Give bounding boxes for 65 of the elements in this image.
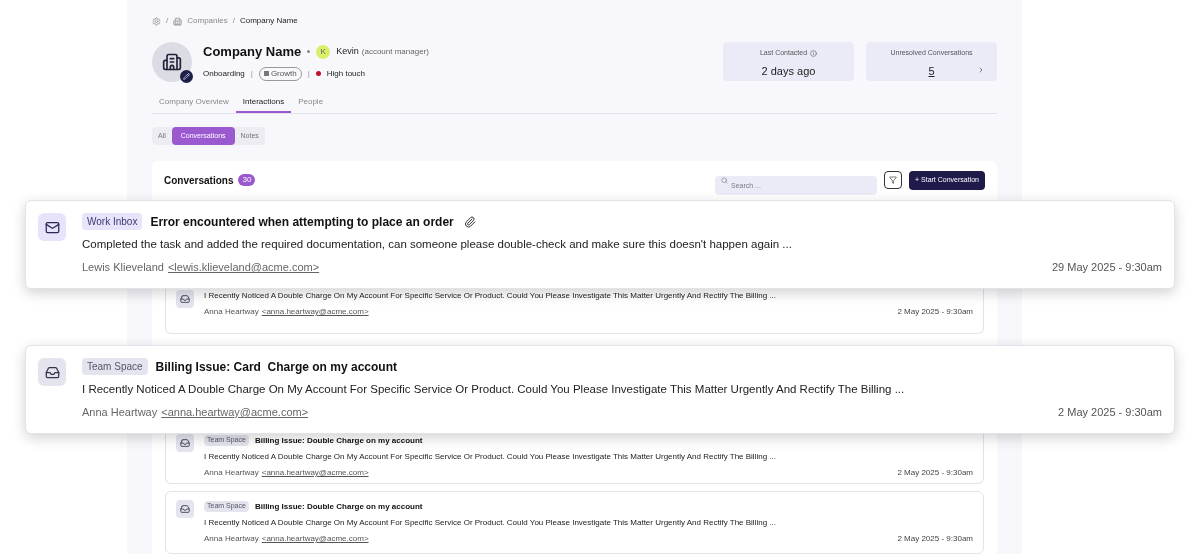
breadcrumb-link[interactable]: Companies	[187, 15, 228, 27]
stage-label: Onboarding	[203, 67, 245, 80]
conversation-preview: I Recently Noticed A Double Charge On My Account For Specific Service Or Product. Could You Please Investigate This Matter Urgently And Rectify The Billing ...	[204, 517, 777, 529]
inbox-tray-icon	[180, 438, 190, 448]
conversation-preview: I Recently Noticed A Double Charge On My Account For Specific Service Or Product. Could You Please Investigate This Matter Urgently And Rectify The Billing ...	[204, 451, 777, 463]
company-name: Company Name	[203, 43, 302, 61]
tab[interactable]: People	[291, 92, 331, 113]
tag: Work Inbox	[82, 213, 143, 230]
conversation-title: Error encountered when attempting to place an order	[150, 213, 454, 231]
conversation-preview: I Recently Noticed A Double Charge On My Account For Specific Service Or Product. Could You Please Investigate This Matter Urgently And Rectify The Billing ...	[82, 382, 906, 397]
filter-icon	[889, 176, 897, 184]
building-icon	[173, 16, 183, 26]
building-icon	[162, 52, 182, 72]
date: 2 May 2025 - 9:30am	[897, 306, 973, 318]
tag: Team Space	[82, 358, 148, 375]
conversation-preview: I Recently Noticed A Double Charge On My Account For Specific Service Or Product. Could You Please Investigate This Matter Urgently And Rectify The Billing ...	[204, 290, 777, 302]
edit-button[interactable]	[180, 70, 193, 83]
stat-value: 5	[928, 63, 935, 79]
conversation-row[interactable]	[165, 491, 984, 554]
stat-value: 2 days ago	[761, 63, 816, 79]
manager-role: (account manager)	[361, 45, 429, 58]
email-link[interactable]: <anna.heartway@acme.com>	[261, 533, 369, 545]
search-icon	[721, 176, 728, 184]
filter-button[interactable]	[884, 171, 902, 189]
section-title: Conversations	[164, 173, 234, 188]
conversation-card[interactable]	[25, 200, 1175, 289]
sender-name: Lewis Klieveland	[82, 260, 164, 276]
info-icon	[810, 49, 818, 57]
breadcrumb-separator: /	[232, 15, 235, 27]
conversation-row[interactable]	[165, 433, 984, 484]
tab[interactable]: Interactions	[235, 92, 292, 113]
paperclip-icon	[463, 215, 476, 228]
conversation-row[interactable]	[165, 289, 984, 334]
email-link[interactable]: <anna.heartway@acme.com>	[161, 404, 309, 421]
date: 29 May 2025 - 9:30am	[1051, 260, 1162, 276]
email-link[interactable]: <anna.heartway@acme.com>	[261, 467, 369, 479]
divider: |	[250, 67, 253, 80]
sender-name: Anna Heartway	[204, 533, 259, 545]
email-link[interactable]: <lewis.klieveland@acme.com>	[167, 259, 320, 276]
mail-icon	[44, 219, 60, 235]
breadcrumb-current: Company Name	[239, 15, 298, 27]
sender-name: Anna Heartway	[82, 405, 158, 421]
sender-name: Anna Heartway	[204, 467, 259, 479]
conversation-card[interactable]	[25, 345, 1175, 434]
date: 2 May 2025 - 9:30am	[1058, 405, 1162, 421]
touch-label: High touch	[326, 67, 365, 80]
pencil-icon	[183, 73, 190, 80]
inbox-tray-icon	[180, 504, 190, 514]
conversation-title: Billing Issue: Double Charge on my account	[254, 500, 423, 513]
inbox-tray-icon	[44, 364, 60, 380]
divider: |	[307, 67, 310, 80]
email-link[interactable]: <anna.heartway@acme.com>	[261, 306, 369, 318]
tab[interactable]: Company Overview	[152, 92, 236, 113]
date: 2 May 2025 - 9:30am	[897, 533, 973, 545]
manager-name: Kevin	[336, 45, 359, 58]
chevron-right-icon	[977, 66, 985, 74]
sender-name: Anna Heartway	[204, 306, 259, 318]
conversation-title: Billing Issue: Double Charge on my account	[254, 434, 423, 447]
inbox-tray-icon	[180, 294, 190, 304]
conversation-preview: Completed the task and added the required documentation, can someone please double-check and make sure this doesn't happen again ...	[82, 237, 793, 252]
date: 2 May 2025 - 9:30am	[897, 467, 973, 479]
count-badge: 30	[238, 174, 256, 186]
manager-avatar: K	[316, 44, 331, 59]
conversation-title: Billing Issue: Card Charge on my account	[155, 358, 397, 376]
breadcrumb-separator: /	[166, 15, 169, 27]
